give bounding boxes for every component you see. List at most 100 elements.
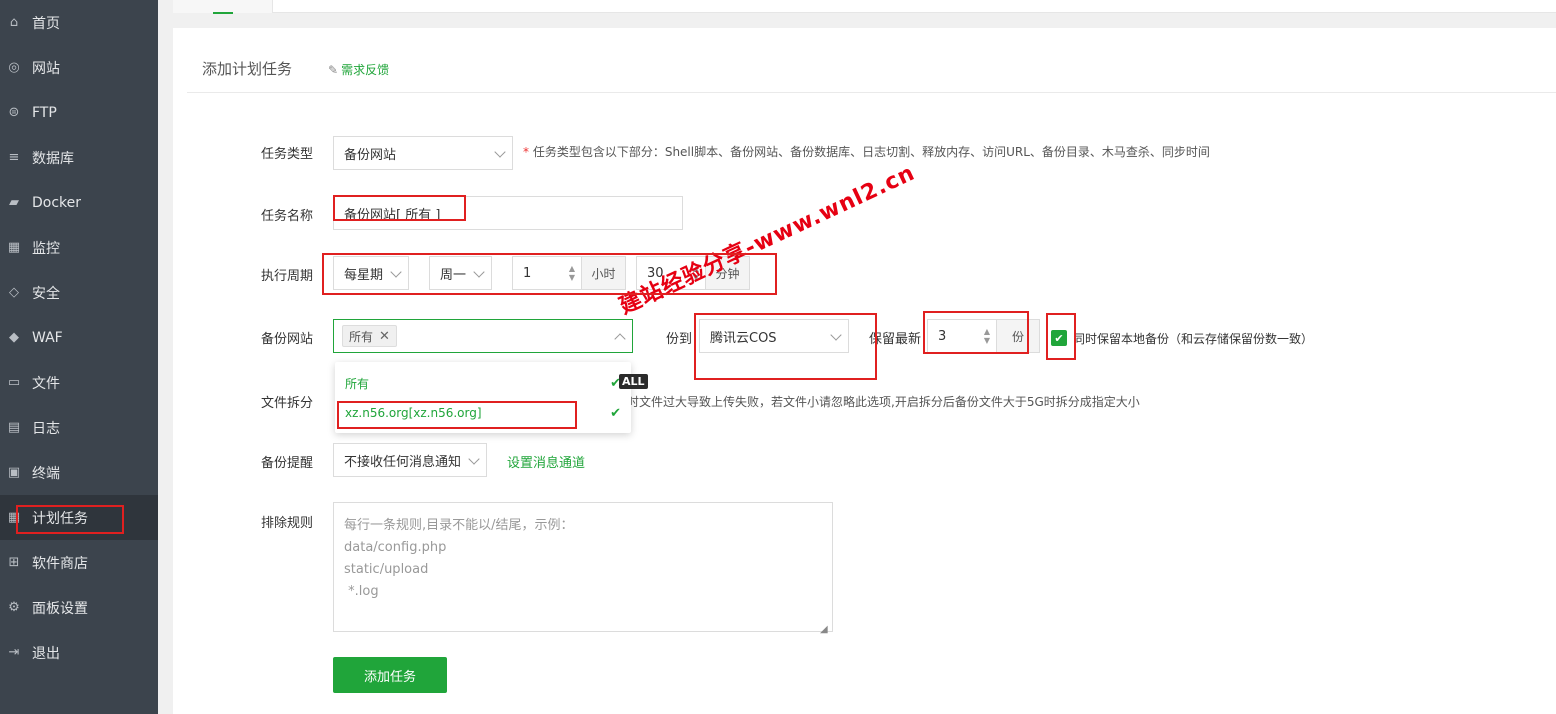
keep-latest-label: 保留最新 bbox=[869, 332, 922, 347]
task-name-input[interactable]: 备份网站[ 所有 ] bbox=[333, 196, 683, 230]
sidebar-item-label: 网站 bbox=[32, 60, 60, 77]
sidebar-item-home[interactable]: ⌂ 首页 bbox=[0, 0, 158, 45]
sidebar-item-label: WAF bbox=[32, 329, 63, 346]
period-cycle-value: 每星期 bbox=[344, 267, 384, 283]
sidebar-item-label: 数据库 bbox=[32, 150, 74, 167]
sidebar-item-security[interactable]: ◇ 安全 bbox=[0, 270, 158, 315]
sidebar: ⌂ 首页 ◎ 网站 ⊜ FTP ≡ 数据库 ▰ Docker ▦ 监控 ◇ 安全… bbox=[0, 0, 158, 714]
sidebar-item-monitor[interactable]: ▦ 监控 bbox=[0, 225, 158, 270]
sidebar-item-label: 退出 bbox=[32, 645, 60, 662]
option-label: 所有 bbox=[345, 376, 370, 391]
keep-count-input[interactable]: 3 ▲ ▼ bbox=[927, 319, 997, 353]
notify-select[interactable]: 不接收任何消息通知 bbox=[333, 443, 487, 477]
sidebar-item-label: 终端 bbox=[32, 465, 60, 482]
close-icon[interactable]: ✕ bbox=[379, 329, 390, 344]
notify-value: 不接收任何消息通知 bbox=[344, 454, 462, 470]
sidebar-item-schedule[interactable]: ▦ 计划任务 bbox=[0, 495, 158, 540]
hour-input[interactable]: 1 ▲ ▼ bbox=[512, 256, 582, 290]
exclude-label: 排除规则 bbox=[261, 516, 314, 531]
notify-channel-link[interactable]: 设置消息通道 bbox=[507, 452, 585, 471]
task-type-label: 任务类型 bbox=[261, 147, 314, 162]
sidebar-item-label: Docker bbox=[32, 194, 82, 211]
period-label: 执行周期 bbox=[261, 269, 314, 284]
chevron-down-icon bbox=[494, 146, 506, 158]
placeholder-line: data/config.php bbox=[344, 540, 447, 555]
chevron-down-icon bbox=[390, 266, 402, 278]
database-icon: ≡ bbox=[8, 150, 20, 165]
period-cycle-select[interactable]: 每星期 bbox=[333, 256, 409, 290]
file-split-label: 文件拆分 bbox=[261, 396, 314, 411]
log-icon: ▤ bbox=[7, 420, 21, 435]
sidebar-item-terminal[interactable]: ▣ 终端 bbox=[0, 450, 158, 495]
weekday-select[interactable]: 周一 bbox=[429, 256, 492, 290]
top-tab-bar bbox=[173, 0, 1556, 14]
terminal-icon: ▣ bbox=[7, 465, 21, 480]
home-icon: ⌂ bbox=[9, 15, 19, 30]
sidebar-item-ftp[interactable]: ⊜ FTP bbox=[0, 90, 158, 135]
sidebar-item-waf[interactable]: ◆ WAF bbox=[0, 315, 158, 360]
sidebar-item-label: FTP bbox=[32, 104, 57, 121]
task-name-label: 任务名称 bbox=[261, 209, 314, 224]
chevron-down-icon bbox=[473, 266, 485, 278]
apps-icon: ⊞ bbox=[8, 555, 20, 570]
file-split-hint: 时文件过大导致上传失败，若文件小请忽略此选项,开启拆分后备份文件大于5G时拆分成… bbox=[627, 395, 1140, 409]
top-tab[interactable] bbox=[173, 0, 273, 14]
sidebar-item-logout[interactable]: ⇥ 退出 bbox=[0, 630, 158, 675]
sidebar-item-label: 文件 bbox=[32, 375, 60, 392]
check-icon: ✔ bbox=[610, 405, 621, 421]
sidebar-item-files[interactable]: ▭ 文件 bbox=[0, 360, 158, 405]
task-type-select[interactable]: 备份网站 bbox=[333, 136, 513, 170]
keep-unit: 份 bbox=[997, 319, 1040, 353]
required-star: * bbox=[523, 145, 529, 159]
sidebar-item-website[interactable]: ◎ 网站 bbox=[0, 45, 158, 90]
gear-icon: ⚙ bbox=[8, 600, 20, 615]
sidebar-item-logs[interactable]: ▤ 日志 bbox=[0, 405, 158, 450]
task-type-hint: * 任务类型包含以下部分：Shell脚本、备份网站、备份数据库、日志切割、释放内… bbox=[523, 143, 1210, 160]
notify-label: 备份提醒 bbox=[261, 456, 314, 471]
keep-count-value: 3 bbox=[938, 328, 947, 344]
backup-site-multiselect[interactable]: 所有 ✕ bbox=[333, 319, 633, 353]
folder-icon: ▭ bbox=[7, 375, 21, 390]
chevron-up-icon bbox=[614, 333, 626, 345]
monitor-icon: ▦ bbox=[7, 240, 21, 255]
feedback-label: 需求反馈 bbox=[341, 63, 390, 77]
hour-value: 1 bbox=[523, 265, 532, 281]
stepper-arrows-icon[interactable]: ▲ ▼ bbox=[563, 257, 581, 289]
divider bbox=[187, 92, 1556, 93]
hour-unit: 小时 bbox=[582, 256, 626, 290]
resize-handle-icon[interactable]: ◢ bbox=[820, 619, 830, 635]
selected-tag: 所有 ✕ bbox=[342, 325, 397, 347]
feedback-link[interactable]: ✎ 需求反馈 bbox=[328, 61, 389, 78]
local-backup-checkbox[interactable]: ✔ bbox=[1051, 330, 1067, 346]
sidebar-item-appstore[interactable]: ⊞ 软件商店 bbox=[0, 540, 158, 585]
chevron-down-icon bbox=[830, 329, 842, 341]
add-task-button[interactable]: 添加任务 bbox=[333, 657, 447, 693]
backup-site-label: 备份网站 bbox=[261, 332, 314, 347]
stepper-arrows-icon[interactable]: ▲ ▼ bbox=[978, 320, 996, 352]
sidebar-item-label: 日志 bbox=[32, 420, 60, 437]
placeholder-line: 每行一条规则,目录不能以/结尾，示例： bbox=[344, 518, 574, 533]
backup-to-label: 份到 bbox=[666, 332, 693, 347]
sidebar-item-label: 软件商店 bbox=[32, 555, 88, 572]
weekday-value: 周一 bbox=[440, 267, 467, 283]
exclude-rules-textarea[interactable]: 每行一条规则,目录不能以/结尾，示例： data/config.php stat… bbox=[333, 502, 833, 635]
local-backup-label: 同时保留本地备份（和云存储保留份数一致） bbox=[1073, 332, 1314, 346]
logout-icon: ⇥ bbox=[8, 645, 20, 660]
chevron-down-icon bbox=[468, 453, 480, 465]
sidebar-item-label: 首页 bbox=[32, 15, 60, 32]
dropdown-option-site[interactable]: xz.n56.org[xz.n56.org] ✔ bbox=[335, 398, 631, 428]
backup-to-select[interactable]: 腾讯云COS bbox=[699, 319, 849, 353]
sidebar-item-label: 安全 bbox=[32, 285, 60, 302]
backup-to-value: 腾讯云COS bbox=[710, 330, 777, 346]
active-tab-indicator bbox=[213, 12, 233, 14]
shield-icon: ◇ bbox=[9, 285, 19, 300]
placeholder-line: static/upload bbox=[344, 562, 429, 577]
selected-tag-label: 所有 bbox=[349, 329, 374, 344]
globe-icon: ◎ bbox=[8, 60, 20, 75]
sidebar-item-label: 监控 bbox=[32, 240, 60, 257]
task-type-value: 备份网站 bbox=[344, 147, 397, 163]
sidebar-item-docker[interactable]: ▰ Docker bbox=[0, 180, 158, 225]
sidebar-item-database[interactable]: ≡ 数据库 bbox=[0, 135, 158, 180]
sidebar-item-settings[interactable]: ⚙ 面板设置 bbox=[0, 585, 158, 630]
dropdown-option-all[interactable]: 所有 ✔ bbox=[335, 368, 631, 398]
